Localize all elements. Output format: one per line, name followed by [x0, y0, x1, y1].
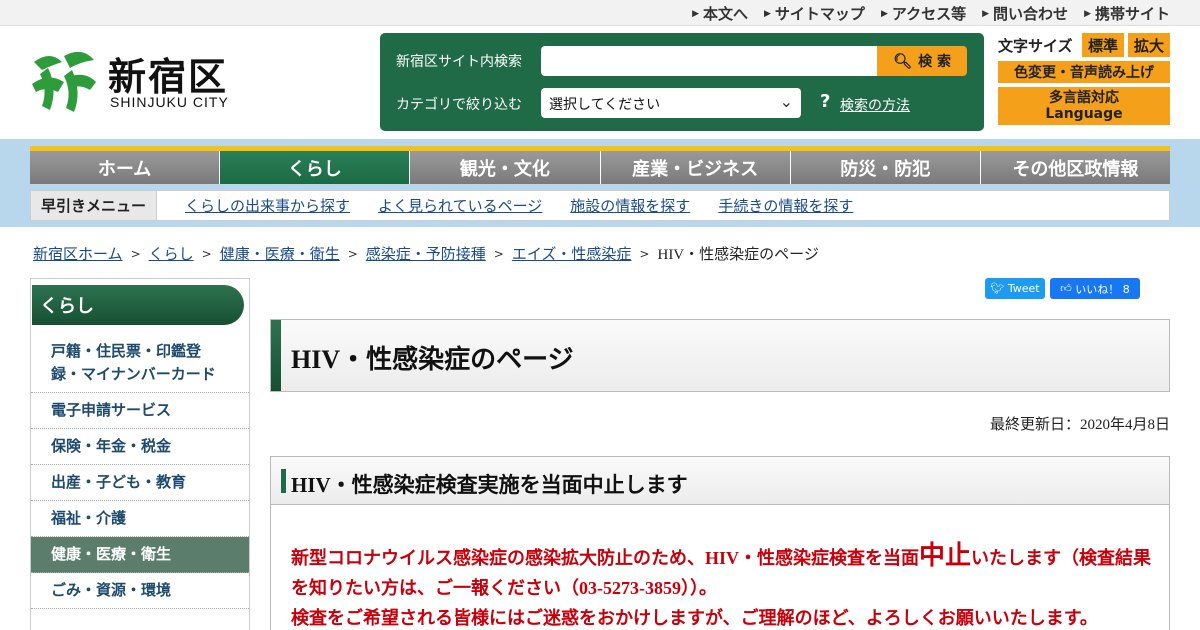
quick-link-procedures[interactable]: 手続きの情報を探す [718, 195, 853, 216]
nav-tourism-culture[interactable]: 観光・文化 [410, 151, 601, 184]
chevron-down-icon: ⌄ [779, 92, 793, 111]
sidebar-item-label: 戸籍・住民票・印鑑登 [51, 342, 202, 360]
search-button-label: 検 索 [918, 54, 951, 70]
tweet-label: Tweet [1007, 282, 1040, 295]
utility-link-label: 本文へ [702, 5, 748, 23]
global-nav: ホーム くらし 観光・文化 産業・ビジネス 防災・防犯 その他区政情報 [30, 146, 1171, 184]
utility-link-access[interactable]: ▶ アクセス等 [881, 3, 966, 24]
breadcrumb-current: HIV・性感染症のページ [657, 247, 819, 263]
sidebar-list: 戸籍・住民票・印鑑登 録・マイナンバーカード 電子申請サービス 保険・年金・税金… [31, 334, 249, 609]
notice-emphasis: 中止 [919, 541, 972, 570]
search-help-link[interactable]: 検索の方法 [840, 95, 910, 115]
tweet-button[interactable]: 🐦︎ Tweet [985, 278, 1045, 299]
breadcrumb-link-living[interactable]: くらし [149, 243, 194, 264]
quick-link-facilities[interactable]: 施設の情報を探す [570, 195, 690, 216]
breadcrumb: 新宿区ホーム > くらし > 健康・医療・衛生 > 感染症・予防接種 > エイズ… [33, 243, 819, 264]
like-label: いいね！ 8 [1075, 282, 1130, 296]
page-title: HIV・性感染症のページ [291, 345, 574, 374]
font-size-label: 文字サイズ [998, 37, 1073, 55]
sidebar-item-label: 録・マイナンバーカード [51, 365, 216, 383]
notice-text-line2: 検査をご希望される皆様にはご迷惑をおかけしますが、ご理解のほど、よろしくお願いい… [291, 608, 1098, 628]
utility-bar: ▶ 本文へ ▶ サイトマップ ▶ アクセス等 ▶ 問い合わせ ▶ 携帯サイト [0, 0, 1200, 26]
nav-industry-business[interactable]: 産業・ビジネス [600, 151, 791, 184]
breadcrumb-link-aids[interactable]: エイズ・性感染症 [512, 243, 632, 264]
logo-subtitle: SHINJUKU CITY [110, 94, 229, 110]
quick-link-popular-pages[interactable]: よく見られているページ [378, 195, 542, 216]
quick-menu: 早引きメニュー くらしの出来事から探す よく見られているページ 施設の情報を探す… [30, 190, 1170, 221]
sidebar-item-health[interactable]: 健康・医療・衛生 [31, 537, 249, 573]
notice-text-part1: 新型コロナウイルス感染症の感染拡大防止のため、HIV・性感染症検査を当面 [291, 548, 920, 568]
notice-section: HIV・性感染症検査実施を当面中止します 新型コロナウイルス感染症の感染拡大防止… [270, 456, 1170, 630]
nav-home[interactable]: ホーム [30, 151, 221, 184]
triangle-icon: ▶ [764, 8, 771, 19]
font-large-button[interactable]: 拡大 [1128, 33, 1170, 57]
utility-link-label: サイトマップ [774, 5, 865, 23]
nav-living[interactable]: くらし [220, 151, 411, 184]
sidebar-item-waste-environment[interactable]: ごみ・資源・環境 [31, 573, 249, 609]
navigation-band: ホーム くらし 観光・文化 産業・ビジネス 防災・防犯 その他区政情報 早引きメ… [0, 139, 1200, 227]
logo-wordmark: 新宿区 [108, 55, 229, 99]
triangle-icon: ▶ [1084, 8, 1091, 19]
category-label: カテゴリで絞り込む [396, 97, 522, 113]
search-input[interactable] [541, 46, 879, 76]
site-search-panel: 新宿区サイト内検索 🔍︎ 検 索 カテゴリで絞り込む 選択してください ⌄ ? … [380, 33, 984, 131]
sidebar-item-welfare-care[interactable]: 福祉・介護 [31, 501, 249, 537]
breadcrumb-separator: > [130, 246, 141, 261]
section-header: HIV・性感染症検査実施を当面中止します [271, 457, 1169, 505]
thumbs-up-icon: 👍︎ [1060, 282, 1076, 295]
breadcrumb-separator: > [639, 246, 650, 261]
utility-link-mobile[interactable]: ▶ 携帯サイト [1084, 3, 1170, 24]
sidebar-item-insurance-tax[interactable]: 保険・年金・税金 [31, 429, 249, 465]
section-title: HIV・性感染症検査実施を当面中止します [291, 473, 688, 497]
breadcrumb-link-home[interactable]: 新宿区ホーム [33, 243, 123, 264]
nav-disaster-crime[interactable]: 防災・防犯 [790, 151, 981, 184]
breadcrumb-link-infectious[interactable]: 感染症・予防接種 [366, 243, 486, 264]
category-select[interactable]: 選択してください ⌄ [541, 88, 801, 118]
utility-link-main-content[interactable]: ▶ 本文へ [692, 3, 748, 24]
quick-menu-label: 早引きメニュー [31, 191, 158, 220]
nav-other-admin[interactable]: その他区政情報 [980, 151, 1171, 184]
facebook-like-button[interactable]: 👍︎ いいね！ 8 [1050, 278, 1140, 299]
utility-link-sitemap[interactable]: ▶ サイトマップ [764, 3, 865, 24]
notice-text: 新型コロナウイルス感染症の感染拡大防止のため、HIV・性感染症検査を当面中止いた… [291, 541, 1153, 630]
utility-links: ▶ 本文へ ▶ サイトマップ ▶ アクセス等 ▶ 問い合わせ ▶ 携帯サイト [676, 3, 1170, 24]
language-label-ja: 多言語対応 [1049, 90, 1119, 106]
triangle-icon: ▶ [982, 8, 990, 19]
language-button[interactable]: 多言語対応 Language [998, 87, 1170, 125]
sidebar-item-e-application[interactable]: 電子申請サービス [31, 393, 249, 429]
category-selected-value: 選択してください [549, 97, 661, 113]
breadcrumb-separator: > [201, 246, 212, 261]
twitter-bird-icon: 🐦︎ [990, 282, 1008, 295]
breadcrumb-separator: > [347, 246, 358, 261]
triangle-icon: ▶ [880, 8, 888, 19]
sidebar-item-childbirth-education[interactable]: 出産・子ども・教育 [31, 465, 249, 501]
color-voice-button[interactable]: 色変更・音声読み上げ [998, 61, 1170, 83]
quick-link-life-events[interactable]: くらしの出来事から探す [185, 195, 350, 216]
page-title-box: HIV・性感染症のページ [270, 319, 1170, 392]
font-standard-button[interactable]: 標準 [1082, 33, 1124, 57]
utility-link-label: 携帯サイト [1094, 5, 1170, 23]
last-updated: 最終更新日：2020年4月8日 [989, 417, 1170, 433]
utility-link-contact[interactable]: ▶ 問い合わせ [982, 3, 1068, 24]
help-icon: ? [820, 91, 831, 112]
search-label: 新宿区サイト内検索 [396, 54, 522, 70]
language-label-en: Language [1045, 106, 1123, 122]
breadcrumb-link-health[interactable]: 健康・医療・衛生 [220, 243, 340, 264]
shinjuku-emblem-icon [32, 51, 96, 112]
utility-link-label: 問い合わせ [993, 5, 1069, 23]
sidebar-title: くらし [32, 285, 244, 325]
search-icon: 🔍︎ [893, 52, 913, 70]
sidebar-item-family-register[interactable]: 戸籍・住民票・印鑑登 録・マイナンバーカード [31, 334, 249, 393]
triangle-icon: ▶ [692, 8, 699, 19]
utility-link-label: アクセス等 [891, 5, 967, 23]
breadcrumb-separator: > [493, 246, 504, 261]
search-button[interactable]: 🔍︎ 検 索 [877, 46, 967, 76]
site-logo[interactable]: 新宿区 SHINJUKU CITY [28, 46, 248, 118]
social-buttons: 🐦︎ Tweet 👍︎ いいね！ 8 [985, 278, 1140, 299]
sidebar: くらし 戸籍・住民票・印鑑登 録・マイナンバーカード 電子申請サービス 保険・年… [30, 278, 250, 630]
